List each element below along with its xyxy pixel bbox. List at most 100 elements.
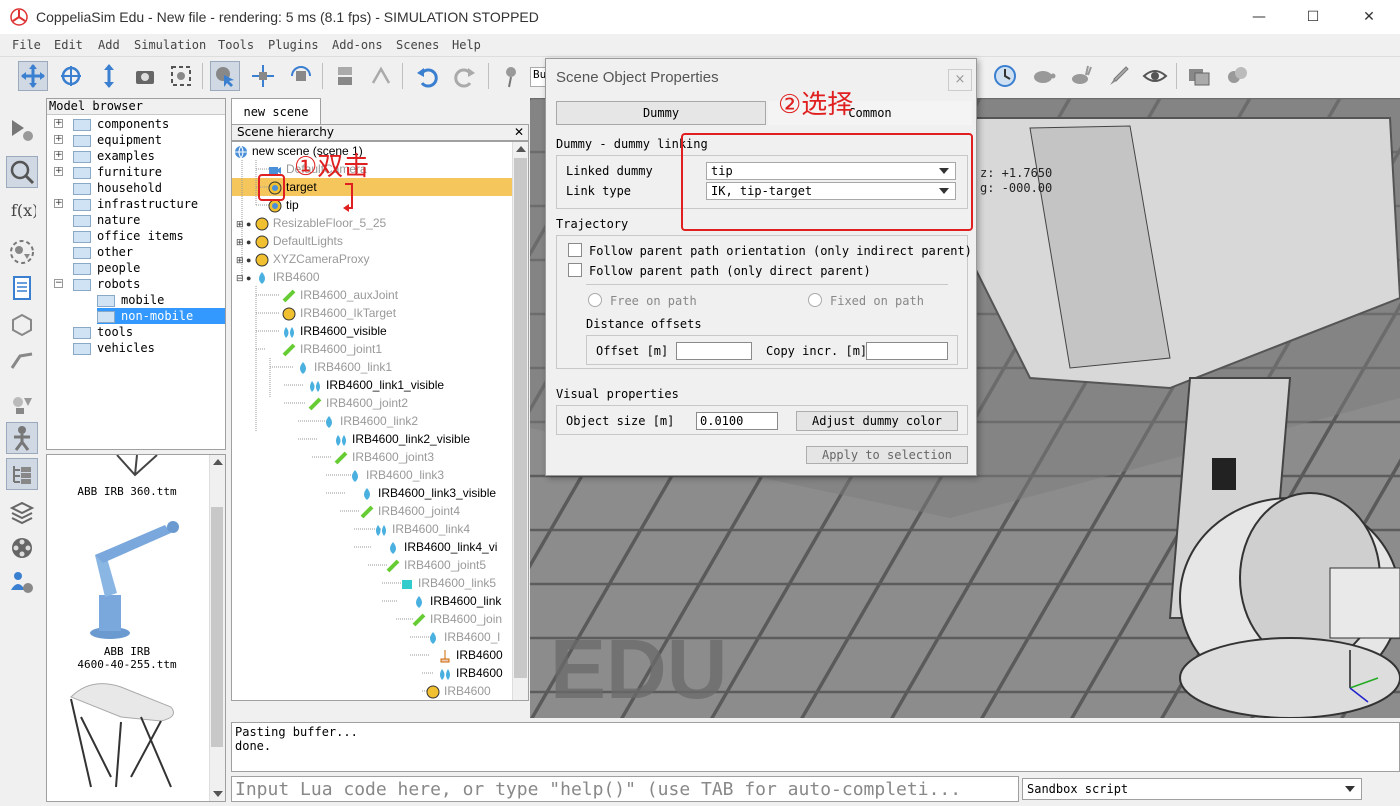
shapes-edit-icon[interactable]	[6, 308, 38, 340]
paths-edit-icon[interactable]	[6, 344, 38, 376]
tree-item-default-lights[interactable]: ⊞ ● DefaultLights	[236, 232, 343, 250]
tree-item-ik-target[interactable]: IRB4600_IkTarget	[282, 304, 396, 322]
model-folder-examples[interactable]: examples	[73, 148, 155, 164]
hierarchy-scrollbar[interactable]	[512, 142, 528, 700]
tree-item-sub-b[interactable]: IRB4600	[438, 664, 503, 682]
tree-item-joint4[interactable]: IRB4600_joint4	[360, 502, 460, 520]
tree-item-link3-visible[interactable]: IRB4600_link3_visible	[360, 484, 496, 502]
lua-command-input[interactable]: Input Lua code here, or type "help()" (u…	[231, 776, 1019, 802]
expand-examples[interactable]: +	[54, 151, 63, 160]
apply-to-selection-button[interactable]: Apply to selection	[806, 446, 968, 464]
tree-item-joint2[interactable]: IRB4600_joint2	[308, 394, 408, 412]
object-rotate-icon[interactable]	[286, 61, 316, 91]
dialog-close-button[interactable]: ×	[948, 69, 972, 91]
collections-icon[interactable]	[6, 236, 38, 268]
calculation-modules-icon[interactable]: f(x)	[6, 194, 38, 226]
page-selector-icon[interactable]	[1184, 61, 1214, 91]
tree-item-link4-visible[interactable]: IRB4600_link4_vi	[386, 538, 497, 556]
menu-scenes[interactable]: Scenes	[396, 38, 439, 52]
menu-add[interactable]: Add	[98, 38, 120, 52]
selection-icon[interactable]	[6, 388, 38, 420]
tree-item-sub-a[interactable]: IRB4600	[438, 646, 503, 664]
tab-dummy[interactable]: Dummy	[556, 101, 766, 125]
undo-icon[interactable]	[412, 61, 442, 91]
menu-simulation[interactable]: Simulation	[134, 38, 206, 52]
delta-robot-thumbnail-icon[interactable]	[97, 455, 177, 479]
expand-equipment[interactable]: +	[54, 135, 63, 144]
maximize-button[interactable]: ☐	[1298, 6, 1328, 28]
follow-path-checkbox[interactable]	[568, 263, 582, 277]
model-folder-equipment[interactable]: equipment	[73, 132, 162, 148]
tree-item-link3[interactable]: IRB4600_link3	[348, 466, 444, 484]
model-folder-household[interactable]: household	[73, 180, 162, 196]
engine-select[interactable]: Bu	[530, 67, 546, 87]
menu-plugins[interactable]: Plugins	[268, 38, 319, 52]
tree-item-joint5[interactable]: IRB4600_joint5	[386, 556, 486, 574]
close-window-button[interactable]: ✕	[1354, 6, 1384, 28]
follow-orientation-checkbox[interactable]	[568, 243, 582, 257]
model-folder-infrastructure[interactable]: infrastructure	[73, 196, 198, 212]
camera-shift-icon[interactable]	[94, 61, 124, 91]
offset-input[interactable]	[676, 342, 752, 360]
expand-furniture[interactable]: +	[54, 167, 63, 176]
delta-robot-2-thumbnail-icon[interactable]	[61, 677, 191, 799]
model-folder-nature[interactable]: nature	[73, 212, 140, 228]
camera-rotate-icon[interactable]	[56, 61, 86, 91]
camera-pan-icon[interactable]	[18, 61, 48, 91]
script-target-select[interactable]: Sandbox script	[1022, 778, 1362, 800]
tree-item-link2[interactable]: IRB4600_link2	[322, 412, 418, 430]
tree-item-link5-child[interactable]: IRB4600_link	[412, 592, 501, 610]
tree-item-link6[interactable]: IRB4600_l	[426, 628, 500, 646]
model-folder-vehicles[interactable]: vehicles	[73, 340, 155, 356]
threaded-rendering-rocket-icon[interactable]	[1104, 61, 1134, 91]
menu-tools[interactable]: Tools	[218, 38, 254, 52]
thumbnails-scrollbar[interactable]	[209, 455, 225, 801]
fixed-on-path-radio[interactable]	[808, 293, 822, 307]
model-folder-non-mobile[interactable]: non-mobile	[97, 308, 193, 324]
transfer-dna-icon[interactable]	[366, 61, 396, 91]
tree-item-joint6[interactable]: IRB4600_join	[412, 610, 502, 628]
tree-item-irb4600[interactable]: ⊟ ● IRB4600	[236, 268, 320, 286]
assemble-icon[interactable]	[330, 61, 360, 91]
free-on-path-radio[interactable]	[588, 293, 602, 307]
model-folder-mobile[interactable]: mobile	[97, 292, 164, 308]
tree-item-xyz-camera-proxy[interactable]: ⊞ ● XYZCameraProxy	[236, 250, 370, 268]
model-folder-components[interactable]: components	[73, 116, 169, 132]
simulation-settings-icon[interactable]	[6, 114, 38, 146]
scene-object-properties-icon[interactable]	[6, 156, 38, 188]
physics-engine-icon[interactable]	[496, 61, 526, 91]
tree-item-link5[interactable]: IRB4600_link5	[400, 574, 496, 592]
slow-down-turtle-icon[interactable]	[1028, 61, 1058, 91]
tree-item-link1-visible[interactable]: IRB4600_link1_visible	[308, 376, 444, 394]
model-folder-tools[interactable]: tools	[73, 324, 133, 340]
layers-icon[interactable]	[6, 496, 38, 528]
scene-selector-icon[interactable]	[1222, 61, 1252, 91]
object-shift-icon[interactable]	[248, 61, 278, 91]
scripts-icon[interactable]	[6, 272, 38, 304]
model-folder-furniture[interactable]: furniture	[73, 164, 162, 180]
click-select-icon[interactable]	[210, 61, 240, 91]
model-folder-robots[interactable]: robots	[73, 276, 140, 292]
menu-help[interactable]: Help	[452, 38, 481, 52]
tree-item-sub-c[interactable]: IRB4600	[426, 682, 491, 700]
scene-hierarchy-icon[interactable]	[6, 458, 38, 490]
expand-components[interactable]: +	[54, 119, 63, 128]
tree-item-joint3[interactable]: IRB4600_joint3	[334, 448, 434, 466]
realtime-clock-icon[interactable]	[990, 61, 1020, 91]
visualization-eye-icon[interactable]	[1140, 61, 1170, 91]
tree-item-link1[interactable]: IRB4600_link1	[296, 358, 392, 376]
model-browser-icon[interactable]	[6, 422, 38, 454]
user-settings-icon[interactable]	[6, 566, 38, 598]
object-size-input[interactable]: 0.0100	[696, 412, 778, 430]
model-folder-people[interactable]: people	[73, 260, 140, 276]
tab-new-scene[interactable]: new scene	[231, 98, 321, 124]
menu-edit[interactable]: Edit	[54, 38, 83, 52]
redo-icon[interactable]	[450, 61, 480, 91]
model-folder-office-items[interactable]: office items	[73, 228, 184, 244]
minimize-button[interactable]: —	[1244, 6, 1274, 28]
adjust-dummy-color-button[interactable]: Adjust dummy color	[796, 411, 958, 431]
menu-file[interactable]: File	[12, 38, 41, 52]
tree-item-aux-joint[interactable]: IRB4600_auxJoint	[282, 286, 398, 304]
fit-to-view-icon[interactable]	[166, 61, 196, 91]
tree-item-visible[interactable]: IRB4600_visible	[282, 322, 387, 340]
